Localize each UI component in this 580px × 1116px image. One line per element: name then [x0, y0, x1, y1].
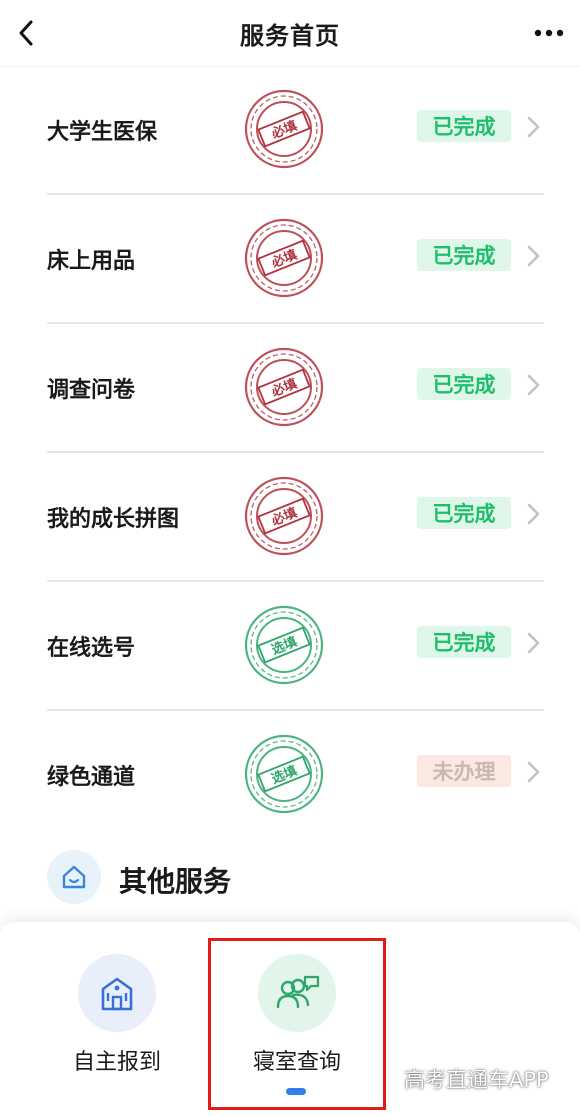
stamp-icon: 选填 [244, 605, 324, 685]
status-badge: 未办理 [417, 755, 511, 787]
chevron-right-icon [527, 761, 540, 783]
stamp-label: 选填 [269, 763, 299, 788]
home-icon [47, 850, 101, 904]
section-title: 其他服务 [119, 865, 232, 898]
status-badge: 已完成 [417, 110, 511, 142]
chevron-right-icon [527, 374, 540, 396]
task-label: 调查问卷 [47, 378, 136, 403]
task-row[interactable]: 绿色通道 选填 未办理 [47, 711, 544, 838]
status-badge: 已完成 [417, 497, 511, 529]
task-label: 绿色通道 [47, 765, 136, 790]
task-list: 大学生医保 必填 已完成 床上用品 必填 已完成 调查问卷 必填 已完成 我的成长拼图 必填 已完成在… [47, 66, 544, 838]
page-title: 服务首页 [240, 22, 340, 50]
page-indicator [286, 1088, 306, 1095]
task-row[interactable]: 我的成长拼图 必填 已完成 [47, 453, 544, 582]
service-label: 自主报到 [72, 1050, 161, 1075]
task-label: 在线选号 [47, 636, 136, 661]
chevron-right-icon [527, 116, 540, 138]
more-dots-icon [534, 29, 564, 37]
building-icon [78, 954, 156, 1032]
status-badge: 已完成 [417, 626, 511, 658]
service-self-checkin[interactable]: 自主报到 [42, 952, 192, 1102]
stamp-icon: 必填 [244, 476, 324, 556]
task-row[interactable]: 调查问卷 必填 已完成 [47, 324, 544, 453]
header-bar: 服务首页 [0, 0, 580, 67]
highlight-box [208, 938, 386, 1110]
stamp-icon: 选填 [244, 734, 324, 814]
stamp-icon: 必填 [244, 218, 324, 298]
other-services-header: 其他服务 [47, 848, 347, 908]
status-badge: 已完成 [417, 239, 511, 271]
stamp-label: 选填 [269, 634, 299, 659]
chevron-right-icon [527, 503, 540, 525]
status-badge: 已完成 [417, 368, 511, 400]
task-label: 大学生医保 [47, 120, 158, 145]
stamp-icon: 必填 [244, 89, 324, 169]
task-row[interactable]: 在线选号 选填 已完成 [47, 582, 544, 711]
task-row[interactable]: 床上用品 必填 已完成 [47, 195, 544, 324]
chevron-right-icon [527, 632, 540, 654]
task-row[interactable]: 大学生医保 必填 已完成 [47, 66, 544, 195]
task-label: 床上用品 [47, 249, 136, 274]
stamp-icon: 必填 [244, 347, 324, 427]
watermark: 高考直通车APP [404, 1068, 549, 1092]
chevron-right-icon [527, 245, 540, 267]
task-label: 我的成长拼图 [47, 507, 180, 532]
more-button[interactable] [532, 17, 566, 49]
